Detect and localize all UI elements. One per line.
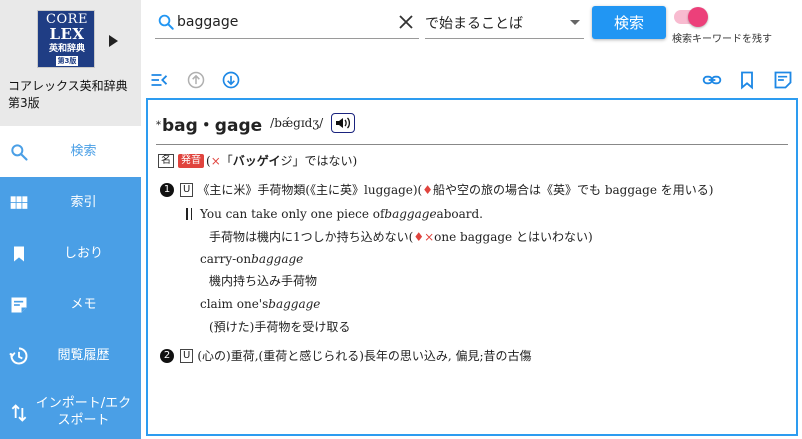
sidebar-item-index[interactable]: 索引 [0, 177, 141, 228]
search-box [155, 7, 419, 39]
search-button[interactable]: 検索 [592, 6, 666, 39]
example-en-pre: You can take only one piece of [200, 207, 385, 221]
importance-star: * [156, 119, 161, 131]
link-icon[interactable] [702, 70, 722, 90]
wrong-mark: × [424, 229, 435, 244]
audio-button[interactable] [331, 113, 356, 133]
entry-content[interactable]: * bag・gage /bǽgɪdʒ/ 名 発音 ( × 「 バッゲイ ジ」では… [146, 98, 798, 436]
keep-keyword-label: 検索キーワードを残す [672, 34, 772, 45]
pron-note-rest: ジ」ではない) [280, 154, 358, 168]
search-icon [158, 14, 174, 30]
pron-note-word: バッゲイ [232, 154, 281, 168]
sidebar-item-memo[interactable]: メモ [0, 279, 141, 330]
sidebar-item-label: 検索 [70, 144, 97, 159]
book-panel[interactable]: CORE LEX 英和辞典 第3版 コアレックス英和辞典第3版 [0, 0, 141, 126]
close-icon[interactable] [398, 14, 414, 30]
sense-number: 1 [160, 182, 174, 197]
phrase-2: claim one's baggage [200, 297, 320, 311]
phrase-pre: claim one's [200, 297, 269, 311]
example-en: You can take only one piece of baggage a… [186, 207, 483, 221]
sidebar-item-label: しおり [63, 246, 103, 261]
arrow-down-icon[interactable] [221, 70, 241, 90]
sidebar-item-search[interactable]: 検索 [0, 126, 141, 177]
pos-line: 名 発音 ( × 「 バッゲイ ジ」ではない) [158, 152, 357, 169]
example-ja-pre: 手荷物は機内に1つしか持ち込めない( [209, 230, 414, 244]
phrase-em: baggage [251, 252, 304, 266]
pron-note-quote-open: 「 [220, 154, 233, 168]
phrase-1-ja: 機内持ち込み手荷物 [209, 272, 317, 289]
cover-edition: 第3版 [56, 56, 78, 66]
headword-line: * bag・gage /bǽgɪdʒ/ [156, 110, 356, 136]
phrase-em: baggage [268, 297, 321, 311]
sidebar-item-import-export[interactable]: インポート/エクスポート [0, 381, 141, 439]
search-icon [11, 144, 28, 161]
search-input[interactable] [177, 9, 387, 35]
arrow-up-icon[interactable] [186, 70, 206, 90]
headword: bag・gage [162, 115, 263, 136]
sense-1: 1 U 《主に米》手荷物類(《主に英》luggage)( ♦ 船や空の旅の場合は… [160, 181, 713, 198]
sidebar-item-history[interactable]: 閲覧履歴 [0, 330, 141, 381]
phrase-pre: carry-on [200, 252, 252, 266]
diamond-mark: ♦ [413, 229, 425, 244]
history-icon [9, 347, 28, 365]
sidebar-item-label: メモ [70, 297, 97, 312]
uncountable-label: U [180, 348, 194, 363]
import-export-icon [11, 404, 27, 422]
phrase-ja: 機内持ち込み手荷物 [209, 274, 318, 288]
chevron-down-icon [570, 20, 580, 25]
bookmark-icon [14, 246, 24, 262]
example-en-em: baggage [384, 207, 437, 221]
example-ja-post: one baggage とはいわない) [434, 230, 593, 244]
sense-number: 2 [160, 348, 174, 363]
sidebar-item-label: 閲覧履歴 [57, 348, 110, 363]
grid-icon [10, 196, 28, 209]
bookmark-icon[interactable] [737, 70, 757, 90]
toggle-knob [688, 7, 708, 27]
sidebar: CORE LEX 英和辞典 第3版 コアレックス英和辞典第3版 検索 索引 しお… [0, 0, 141, 439]
pronunciation: /bǽgɪdʒ/ [270, 116, 324, 130]
example-en-post: aboard. [436, 207, 483, 221]
diamond-mark: ♦ [422, 182, 434, 197]
headword-divider [156, 144, 788, 145]
example-mark [186, 208, 192, 220]
example-ja: 手荷物は機内に1つしか持ち込めない( ♦ × one baggage とはいわな… [209, 228, 593, 245]
wrong-mark: × [210, 153, 221, 168]
sidebar-item-bookmarks[interactable]: しおり [0, 228, 141, 279]
pos-label: 名 [158, 153, 174, 168]
cover-lex-text: LEX [49, 25, 85, 43]
keep-keyword-toggle[interactable] [674, 7, 708, 27]
sense-definition-rest: 船や空の旅の場合は《英》でも baggage を用いる) [433, 183, 714, 197]
book-cover: CORE LEX 英和辞典 第3版 [37, 10, 95, 68]
phrase-2-ja: (預けた)手荷物を受け取る [209, 318, 350, 335]
sidebar-item-label: インポート/エクスポート [35, 396, 132, 428]
play-icon[interactable] [109, 35, 118, 47]
sidebar-nav: 検索 索引 しおり メモ 閲覧履歴 インポート/エクスポート [0, 126, 141, 439]
sense-definition: 《主に米》手荷物類(《主に英》luggage)( [197, 183, 423, 197]
pron-badge: 発音 [178, 153, 204, 168]
uncountable-label: U [180, 182, 194, 197]
sense-definition: (心の)重荷,(重荷と感じられる)長年の思い込み, 偏見;昔の古傷 [197, 349, 532, 363]
phrase-1: carry-on baggage [200, 252, 303, 266]
phrase-ja: (預けた)手荷物を受け取る [209, 320, 351, 334]
memo-icon [11, 297, 27, 313]
sidebar-item-label: 索引 [70, 195, 97, 210]
memo-icon[interactable] [773, 70, 793, 90]
book-title: コアレックス英和辞典第3版 [8, 79, 128, 110]
collapse-menu-icon[interactable] [149, 70, 169, 90]
search-mode-value: で始まることば [425, 16, 523, 32]
cover-jp-text: 英和辞典 [48, 44, 85, 54]
sense-2: 2 U (心の)重荷,(重荷と感じられる)長年の思い込み, 偏見;昔の古傷 [160, 347, 532, 364]
speaker-icon [336, 117, 351, 129]
search-mode-select[interactable]: で始まることば [425, 7, 584, 39]
